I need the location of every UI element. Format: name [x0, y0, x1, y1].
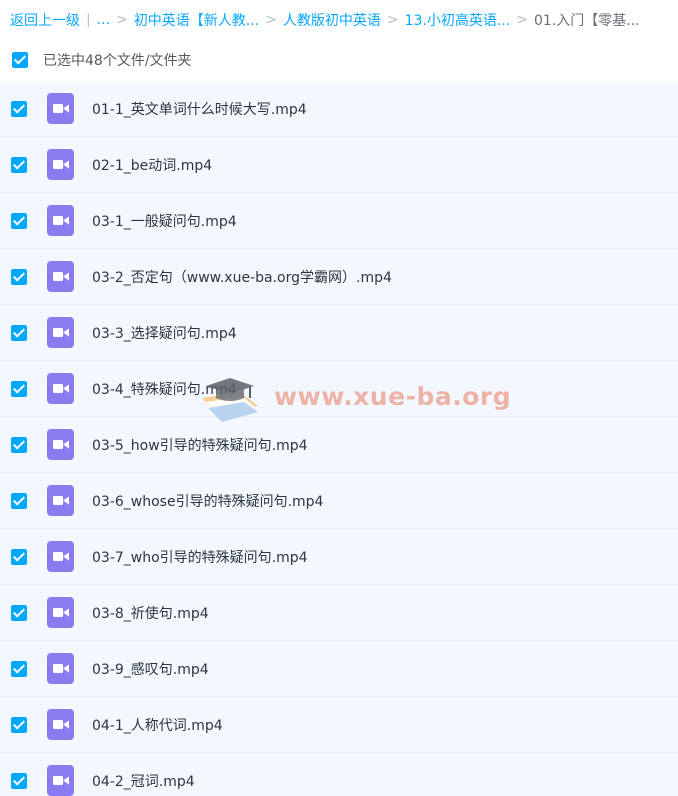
file-name[interactable]: 03-6_whose引导的特殊疑问句.mp4 [92, 491, 323, 511]
breadcrumb-ellipsis[interactable]: ... [97, 12, 110, 28]
file-name[interactable]: 04-1_人称代词.mp4 [92, 715, 223, 735]
breadcrumb-item[interactable]: 人教版初中英语 [283, 10, 381, 30]
video-file-icon [47, 373, 74, 404]
video-file-icon [47, 149, 74, 180]
file-list: 01-1_英文单词什么时候大写.mp4 02-1_be动词.mp4 03-1_一般疑… [0, 81, 678, 796]
chevron-right-icon: > [116, 12, 128, 28]
file-row[interactable]: 04-1_人称代词.mp4 [0, 697, 678, 753]
video-file-icon [47, 317, 74, 348]
file-row[interactable]: 03-4_特殊疑问句.mp4 [0, 361, 678, 417]
file-row[interactable]: 03-9_感叹句.mp4 [0, 641, 678, 697]
file-checkbox[interactable] [11, 436, 27, 453]
chevron-right-icon: > [386, 12, 399, 28]
video-file-icon [47, 485, 74, 516]
file-row[interactable]: 01-1_英文单词什么时候大写.mp4 [0, 81, 678, 137]
file-name[interactable]: 04-2_冠词.mp4 [92, 771, 195, 791]
file-name[interactable]: 03-8_祈使句.mp4 [92, 603, 209, 623]
file-checkbox[interactable] [11, 772, 27, 789]
video-file-icon [47, 765, 74, 796]
file-name[interactable]: 03-9_感叹句.mp4 [92, 659, 209, 679]
file-row[interactable]: 03-6_whose引导的特殊疑问句.mp4 [0, 473, 678, 529]
file-name[interactable]: 03-7_who引导的特殊疑问句.mp4 [92, 547, 308, 567]
video-file-icon [47, 205, 74, 236]
file-checkbox[interactable] [11, 492, 27, 509]
breadcrumb-divider: | [86, 12, 91, 28]
selection-summary: 已选中48个文件/文件夹 [0, 40, 678, 80]
file-row[interactable]: 03-7_who引导的特殊疑问句.mp4 [0, 529, 678, 585]
video-file-icon [47, 93, 74, 124]
file-row[interactable]: 03-8_祈使句.mp4 [0, 585, 678, 641]
file-row[interactable]: 03-5_how引导的特殊疑问句.mp4 [0, 417, 678, 473]
video-file-icon [47, 709, 74, 740]
file-row[interactable]: 02-1_be动词.mp4 [0, 137, 678, 193]
file-name[interactable]: 03-3_选择疑问句.mp4 [92, 323, 237, 343]
back-link[interactable]: 返回上一级 [10, 10, 80, 30]
select-all-checkbox[interactable] [12, 52, 28, 68]
file-name[interactable]: 03-5_how引导的特殊疑问句.mp4 [92, 435, 308, 455]
file-checkbox[interactable] [11, 268, 27, 285]
file-name[interactable]: 03-2_否定句（www.xue-ba.org学霸网）.mp4 [92, 267, 392, 287]
selection-count-label: 已选中48个文件/文件夹 [43, 53, 192, 69]
file-row[interactable]: 03-2_否定句（www.xue-ba.org学霸网）.mp4 [0, 249, 678, 305]
breadcrumb-item[interactable]: 初中英语【新人教... [134, 10, 259, 30]
breadcrumb: 返回上一级 | ... > 初中英语【新人教... > 人教版初中英语 > 13… [0, 0, 678, 40]
file-name[interactable]: 02-1_be动词.mp4 [92, 155, 212, 175]
file-name[interactable]: 03-4_特殊疑问句.mp4 [92, 379, 237, 399]
chevron-right-icon: > [516, 12, 528, 28]
file-name[interactable]: 01-1_英文单词什么时候大写.mp4 [92, 99, 307, 119]
file-checkbox[interactable] [11, 548, 27, 565]
file-checkbox[interactable] [11, 380, 27, 397]
video-file-icon [47, 653, 74, 684]
file-checkbox[interactable] [11, 660, 27, 677]
video-file-icon [47, 429, 74, 460]
breadcrumb-current: 01.入门【零基... [534, 13, 640, 29]
file-checkbox[interactable] [11, 604, 27, 621]
file-browser: 返回上一级 | ... > 初中英语【新人教... > 人教版初中英语 > 13… [0, 0, 678, 796]
file-row[interactable]: 03-1_一般疑问句.mp4 [0, 193, 678, 249]
file-checkbox[interactable] [11, 212, 27, 229]
file-row[interactable]: 03-3_选择疑问句.mp4 [0, 305, 678, 361]
file-name[interactable]: 03-1_一般疑问句.mp4 [92, 211, 237, 231]
file-checkbox[interactable] [11, 716, 27, 733]
file-checkbox[interactable] [11, 100, 27, 117]
video-file-icon [47, 541, 74, 572]
breadcrumb-item[interactable]: 13.小初高英语... [405, 10, 511, 30]
file-checkbox[interactable] [11, 156, 27, 173]
chevron-right-icon: > [265, 12, 277, 28]
video-file-icon [47, 261, 74, 292]
file-row[interactable]: 04-2_冠词.mp4 [0, 753, 678, 796]
video-file-icon [47, 597, 74, 628]
file-checkbox[interactable] [11, 324, 27, 341]
